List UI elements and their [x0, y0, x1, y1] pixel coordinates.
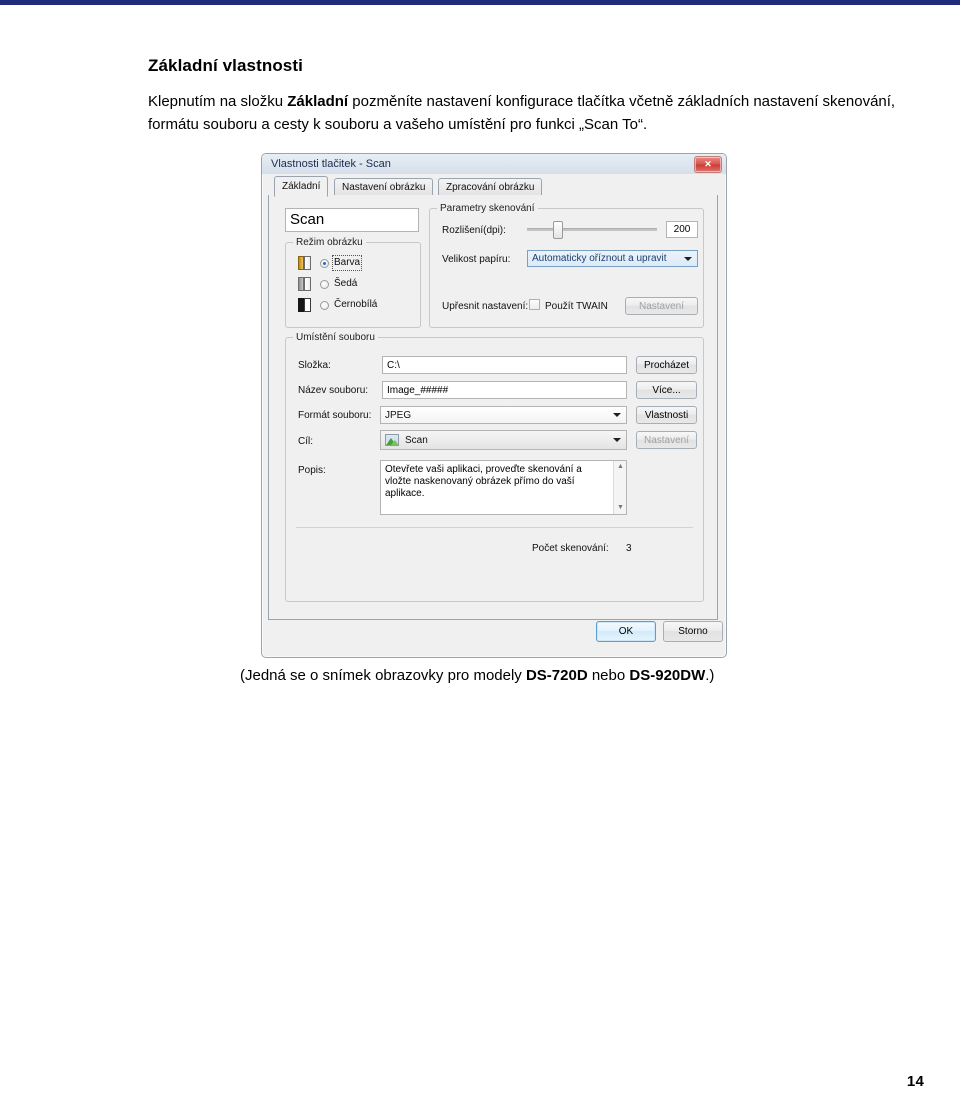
scan-count-value: 3 — [626, 543, 632, 554]
file-format-value: JPEG — [385, 410, 412, 421]
tab-bar: Základní Nastavení obrázku Zpracování ob… — [268, 176, 718, 197]
advanced-settings-label: Upřesnit nastavení: — [442, 301, 529, 312]
tab-nastaveni-obrazku[interactable]: Nastavení obrázku — [334, 178, 434, 196]
image-mode-label-barva: Barva — [331, 255, 363, 271]
button-name-input[interactable]: Scan — [285, 208, 419, 232]
gray-page-icon — [298, 277, 312, 292]
description-textarea[interactable]: Otevřete vaši aplikaci, proveďte skenová… — [380, 460, 627, 515]
radio-barva[interactable] — [320, 259, 329, 268]
tab-zakladni[interactable]: Základní — [274, 176, 329, 197]
target-label: Cíl: — [298, 436, 313, 447]
more-button[interactable]: Více... — [636, 381, 697, 399]
target-value: Scan — [405, 435, 428, 446]
dialog-button-bar: OK Storno — [274, 621, 724, 645]
filename-label: Název souboru: — [298, 385, 369, 396]
resolution-value-input[interactable]: 200 — [666, 221, 698, 238]
image-mode-label-seda: Šedá — [334, 278, 358, 289]
filename-input[interactable]: Image_##### — [382, 381, 627, 399]
page-top-rule — [0, 0, 960, 5]
scan-parameters-group: Parametry skenování Rozlišení(dpi): 200 … — [429, 203, 704, 328]
file-location-group: Umístění souboru Složka: C:\ Procházet N… — [285, 332, 704, 602]
image-mode-option-barva[interactable]: Barva — [298, 255, 408, 271]
target-dropdown[interactable]: Scan — [380, 430, 627, 450]
folder-input[interactable]: C:\ — [382, 356, 627, 374]
image-mode-label-cernobila: Černobílá — [334, 299, 378, 310]
chevron-down-icon — [613, 438, 621, 442]
tab-zpracovani-obrazku[interactable]: Zpracování obrázku — [438, 178, 543, 196]
caption-model-1: DS-720D — [525, 667, 588, 684]
folder-label: Složka: — [298, 360, 331, 371]
tab-panel-zakladni: Scan Režim obrázku Barva Šedá Černobílá … — [268, 195, 718, 620]
chevron-down-icon — [684, 256, 692, 261]
chevron-down-icon — [613, 413, 621, 417]
blackwhite-page-icon — [298, 298, 312, 313]
use-twain-checkbox[interactable] — [529, 299, 540, 310]
paper-size-label: Velikost papíru: — [442, 254, 511, 265]
figure-caption: (Jedná se o snímek obrazovky pro modely … — [240, 665, 960, 687]
button-properties-dialog: Vlastnosti tlačitek - Scan ✕ Základní Na… — [261, 153, 727, 658]
twain-settings-button[interactable]: Nastavení — [625, 297, 698, 315]
slider-thumb[interactable] — [553, 221, 563, 239]
ok-button[interactable]: OK — [596, 621, 656, 642]
dialog-body: Základní Nastavení obrázku Zpracování ob… — [268, 176, 723, 650]
caption-part1: (Jedná se o snímek obrazovky pro modely — [240, 667, 526, 684]
scroll-down-icon[interactable]: ▼ — [614, 502, 626, 514]
file-format-dropdown[interactable]: JPEG — [380, 406, 627, 424]
caption-model-2: DS-920DW — [629, 667, 706, 684]
scroll-up-icon[interactable]: ▲ — [614, 461, 626, 473]
dialog-titlebar[interactable]: Vlastnosti tlačitek - Scan ✕ — [262, 154, 726, 174]
image-mode-option-cernobila[interactable]: Černobílá — [298, 298, 408, 313]
section-divider — [296, 527, 693, 528]
cancel-button[interactable]: Storno — [663, 621, 723, 642]
intro-paragraph-emphasis: Základní — [287, 93, 349, 110]
paper-size-dropdown[interactable]: Automaticky oříznout a upravit — [527, 250, 698, 267]
paper-size-value: Automaticky oříznout a upravit — [532, 253, 667, 264]
radio-seda[interactable] — [320, 280, 329, 289]
picture-icon — [385, 434, 399, 446]
description-text: Otevřete vaši aplikaci, proveďte skenová… — [385, 464, 582, 499]
caption-part3: .) — [705, 667, 715, 684]
file-location-group-label: Umístění souboru — [293, 332, 378, 343]
image-mode-group-label: Režim obrázku — [293, 237, 366, 248]
description-label: Popis: — [298, 465, 326, 476]
page-number: 14 — [906, 1073, 924, 1090]
description-scrollbar[interactable]: ▲ ▼ — [613, 461, 626, 514]
resolution-label: Rozlišení(dpi): — [442, 225, 506, 236]
file-format-properties-button[interactable]: Vlastnosti — [636, 406, 697, 424]
file-format-label: Formát souboru: — [298, 410, 372, 421]
resolution-slider[interactable] — [527, 221, 657, 239]
close-icon[interactable]: ✕ — [694, 156, 722, 173]
intro-paragraph: Klepnutím na složku Základní pozměníte n… — [148, 90, 938, 136]
target-settings-button[interactable]: Nastavení — [636, 431, 697, 449]
caption-part2: nebo — [587, 667, 630, 684]
radio-cernobila[interactable] — [320, 301, 329, 310]
scan-parameters-group-label: Parametry skenování — [437, 203, 538, 214]
image-mode-group: Režim obrázku Barva Šedá Černobílá — [285, 237, 421, 328]
color-page-icon — [298, 256, 312, 271]
page-title: Základní vlastnosti — [148, 56, 303, 75]
use-twain-label: Použít TWAIN — [545, 301, 608, 312]
image-mode-option-seda[interactable]: Šedá — [298, 277, 408, 292]
browse-button[interactable]: Procházet — [636, 356, 697, 374]
intro-paragraph-part1: Klepnutím na složku — [148, 93, 288, 110]
slider-track — [527, 228, 657, 231]
scan-count-label: Počet skenování: — [532, 543, 609, 554]
dialog-title: Vlastnosti tlačitek - Scan — [271, 158, 391, 170]
